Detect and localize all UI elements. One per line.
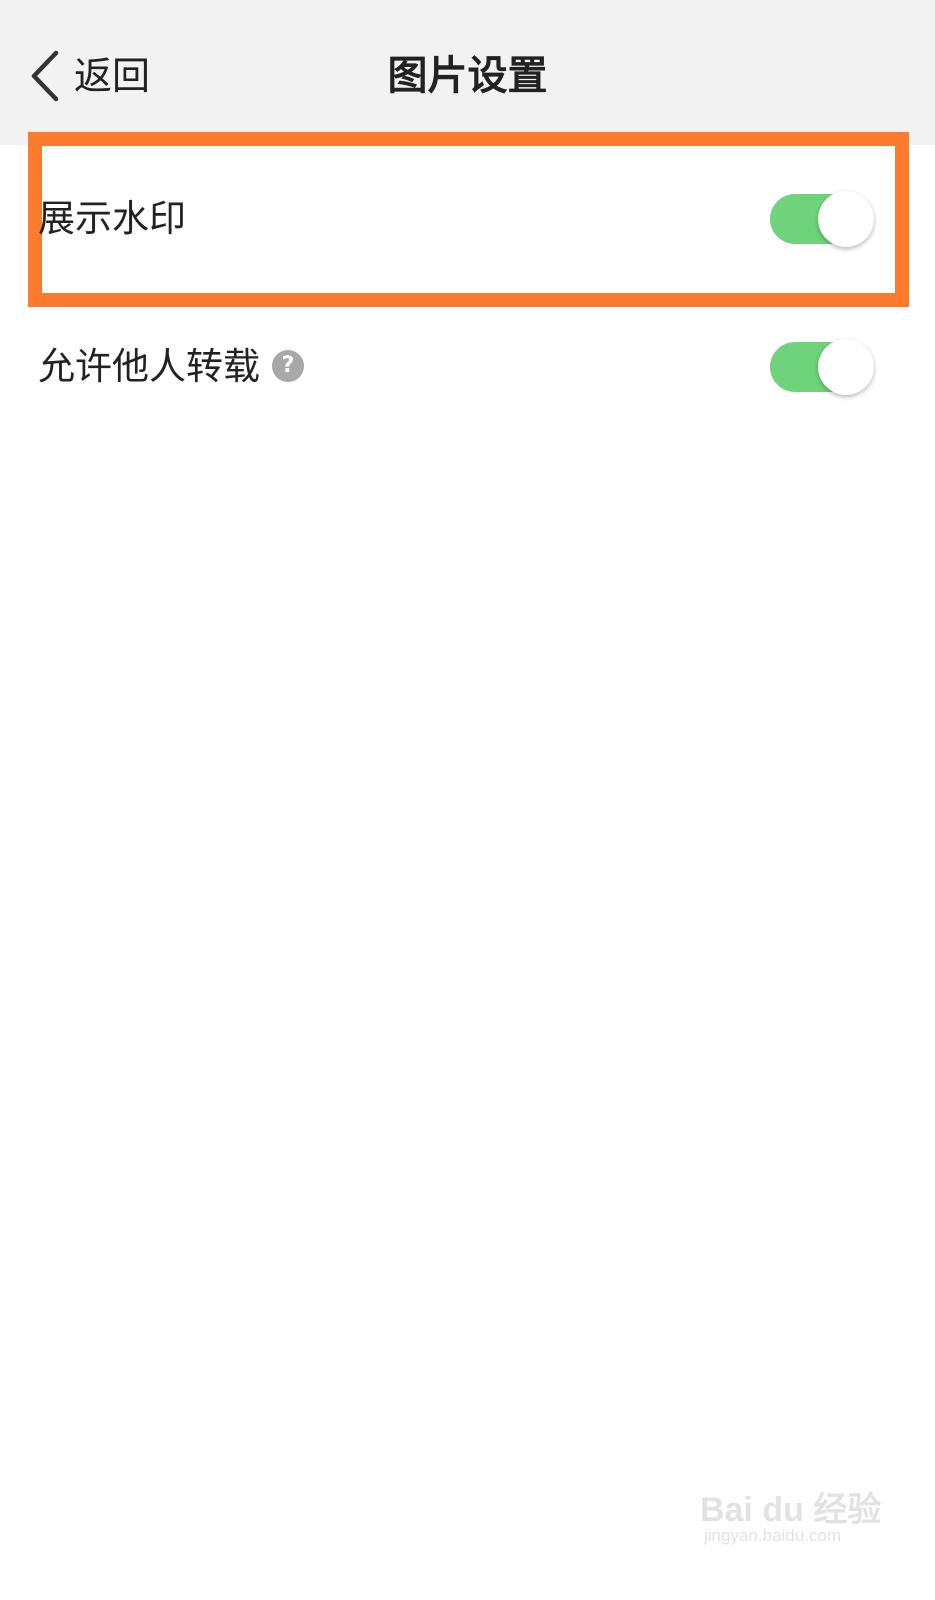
setting-label: 展示水印 [38,197,186,240]
watermark-url: jingyan.baidu.com [704,1526,842,1545]
top-navigation-bar: 返回 图片设置 [0,0,935,145]
setting-row-allow-repost: 允许他人转载? [0,322,935,412]
allow-repost-toggle[interactable] [770,339,874,395]
setting-row-show-watermark: 展示水印 [0,174,935,264]
watermark-brand: Bai du 经验 [700,1491,882,1529]
setting-label-text: 允许他人转载 [38,345,260,388]
baidu-jingyan-watermark: Bai du 经验 jingyan.baidu.com [700,1472,881,1552]
page-title: 图片设置 [387,53,548,99]
toggle-knob [818,339,874,395]
toggle-knob [818,191,874,247]
help-icon[interactable]: ? [272,349,304,382]
show-watermark-toggle[interactable] [770,191,874,247]
setting-label: 允许他人转载? [38,322,304,412]
